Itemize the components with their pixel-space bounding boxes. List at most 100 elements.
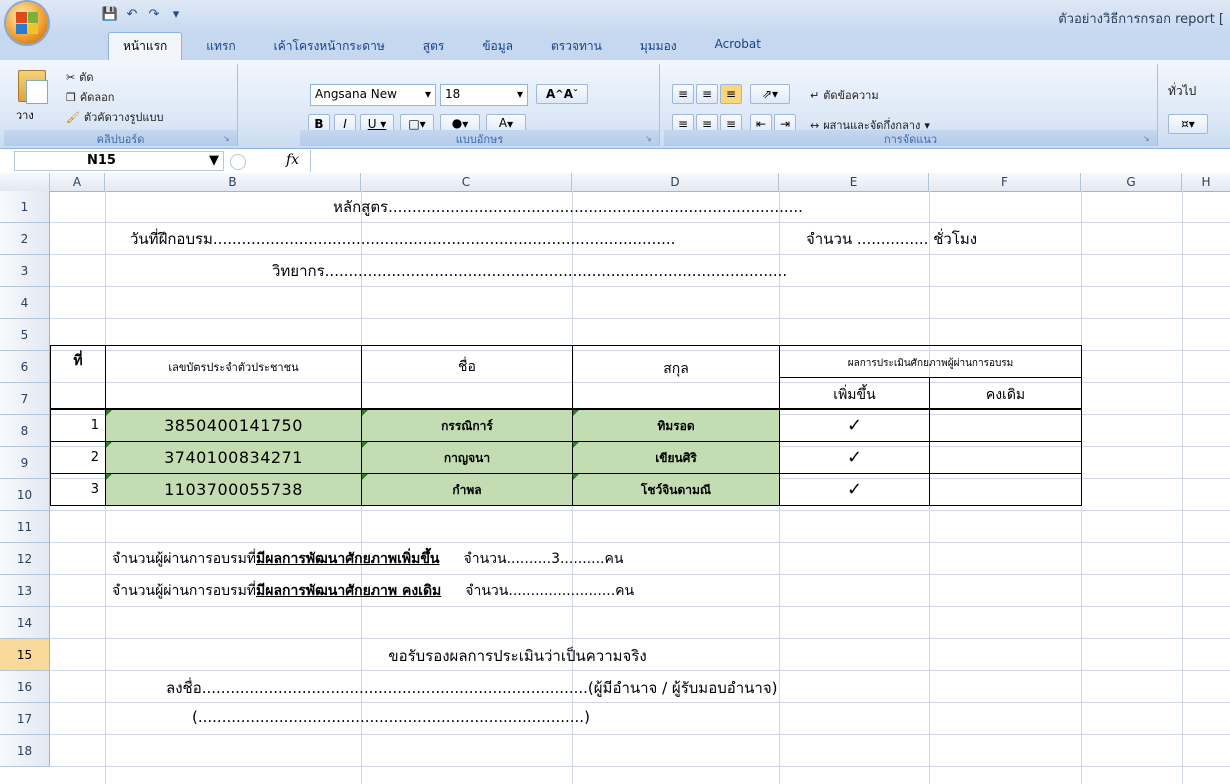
column-header-b[interactable]: B (105, 173, 361, 191)
cell-b14[interactable]: ขอรับรองผลการประเมินว่าเป็นความจริง (105, 644, 930, 668)
column-header-c[interactable]: C (361, 173, 572, 191)
row-header-9[interactable]: 9 (0, 447, 50, 479)
row-header-4[interactable]: 4 (0, 287, 50, 319)
cell-increase[interactable]: ✓ (779, 473, 930, 506)
cell-b3[interactable]: วิทยากร.................................… (272, 259, 872, 283)
cell-id-value: 3740100834271 (164, 448, 303, 467)
tab-view[interactable]: มุมมอง (626, 33, 691, 60)
cell-no[interactable]: 1 (50, 409, 106, 442)
cell-no[interactable]: 3 (50, 473, 106, 506)
tab-insert[interactable]: แทรก (192, 33, 249, 60)
tab-home[interactable]: หน้าแรก (108, 32, 183, 60)
cell-name[interactable]: กรรณิการ์ (361, 409, 573, 442)
cell-surname[interactable]: ทิมรอด (572, 409, 780, 442)
tab-acrobat[interactable]: Acrobat (701, 33, 775, 60)
column-header-f[interactable]: F (929, 173, 1081, 191)
orientation-button[interactable]: ⇗▾ (750, 84, 790, 104)
row-header-1[interactable]: 1 (0, 191, 50, 223)
font-name-select[interactable]: Angsana New ▾ (310, 84, 436, 106)
save-icon[interactable]: 💾 (102, 6, 118, 22)
gridline (50, 222, 1230, 223)
row-header-6[interactable]: 6 (0, 351, 50, 383)
row-header-14[interactable]: 14 (0, 607, 50, 639)
row-header-7[interactable]: 7 (0, 383, 50, 415)
grow-shrink-font-button[interactable]: A ^ Aˇ (536, 84, 588, 104)
ribbon-tabs: หน้าแรก แทรก เค้าโครงหน้ากระดาษ สูตร ข้อ… (0, 32, 1230, 60)
row-header-16[interactable]: 16 (0, 671, 50, 703)
cell-surname[interactable]: โชว์จินดามณี (572, 473, 780, 506)
quick-access-toolbar: 💾 ↶ ↷ ▾ (102, 6, 184, 22)
wrap-text-button[interactable]: ↵ ตัดข้อความ (810, 86, 879, 104)
cell-same[interactable] (929, 473, 1082, 506)
row-header-18[interactable]: 18 (0, 735, 50, 767)
cell-same[interactable] (929, 409, 1082, 442)
gridline (1182, 191, 1183, 784)
row-header-11[interactable]: 11 (0, 511, 50, 543)
formula-input[interactable] (310, 150, 1230, 172)
cell-id[interactable]: 3850400141750 (105, 409, 362, 442)
select-all-corner[interactable] (0, 173, 50, 191)
alignment-launcher-icon[interactable]: ↘ (1143, 134, 1153, 144)
office-button[interactable] (6, 2, 48, 44)
header-increase[interactable]: เพิ่มขึ้น (779, 377, 930, 409)
row-header-8[interactable]: 8 (0, 415, 50, 447)
cell-b1[interactable]: หลักสูตร................................… (105, 195, 825, 219)
column-header-h[interactable]: H (1182, 173, 1230, 191)
undo-icon[interactable]: ↶ (124, 6, 140, 22)
font-launcher-icon[interactable]: ↘ (645, 134, 655, 144)
tab-review[interactable]: ตรวจทาน (537, 33, 616, 60)
cell-increase[interactable]: ✓ (779, 441, 930, 474)
row-header-13[interactable]: 13 (0, 575, 50, 607)
align-top-button[interactable]: ≡ (672, 84, 694, 104)
cell-surname-value: ทิมรอด (657, 419, 695, 433)
number-format-select[interactable]: ทั่วไป (1168, 82, 1196, 101)
function-icon[interactable]: fx (286, 152, 299, 168)
header-same[interactable]: คงเดิม (929, 377, 1082, 409)
row-header-17[interactable]: 17 (0, 703, 50, 735)
cut-button[interactable]: ✂ ตัด (66, 68, 94, 86)
cell-increase[interactable]: ✓ (779, 409, 930, 442)
copy-button[interactable]: ❐ คัดลอก (66, 88, 114, 106)
row-header-2[interactable]: 2 (0, 223, 50, 255)
cell-b2[interactable]: วันที่ฝึกอบรม...........................… (130, 227, 790, 251)
row-header-15[interactable]: 15 (0, 639, 50, 671)
customize-icon[interactable]: ▾ (168, 6, 184, 22)
tab-data[interactable]: ข้อมูล (468, 33, 527, 60)
font-size-select[interactable]: 18 ▾ (440, 84, 528, 106)
redo-icon[interactable]: ↷ (146, 6, 162, 22)
cell-same[interactable] (929, 441, 1082, 474)
cell-no[interactable]: 2 (50, 441, 106, 474)
cell-b12[interactable]: จำนวนผู้ผ่านการอบรมที่มีผลการพัฒนาศักยภา… (112, 580, 932, 602)
format-painter-button[interactable]: 🖌 ตัวคัดวางรูปแบบ (66, 108, 163, 126)
cell-name[interactable]: กำพล (361, 473, 573, 506)
column-header-a[interactable]: A (50, 173, 105, 191)
header-no[interactable]: ที่ (50, 345, 106, 409)
header-name[interactable]: ชื่อ (361, 345, 573, 409)
paste-button[interactable]: วาง (12, 68, 52, 126)
cell-b11[interactable]: จำนวนผู้ผ่านการอบรมที่มีผลการพัฒนาศักยภา… (112, 548, 932, 570)
cell-name[interactable]: กาญจนา (361, 441, 573, 474)
column-header-e[interactable]: E (779, 173, 929, 191)
cell-e2[interactable]: จำนวน ............... ชั่วโมง (806, 227, 1066, 251)
cell-b15[interactable]: ลงชื่อ..................................… (166, 676, 926, 700)
cell-b16[interactable]: (.......................................… (192, 708, 652, 726)
cell-id[interactable]: 3740100834271 (105, 441, 362, 474)
tab-page-layout[interactable]: เค้าโครงหน้ากระดาษ (260, 33, 399, 60)
row-header-3[interactable]: 3 (0, 255, 50, 287)
align-bottom-button[interactable]: ≡ (720, 84, 742, 104)
column-header-g[interactable]: G (1081, 173, 1182, 191)
row-header-10[interactable]: 10 (0, 479, 50, 511)
row-header-5[interactable]: 5 (0, 319, 50, 351)
header-surname[interactable]: สกุล (572, 345, 780, 409)
clipboard-launcher-icon[interactable]: ↘ (223, 134, 233, 144)
currency-button[interactable]: ¤▾ (1168, 114, 1208, 134)
column-header-d[interactable]: D (572, 173, 779, 191)
cell-surname[interactable]: เขียนศิริ (572, 441, 780, 474)
header-id[interactable]: เลขบัตรประจำตัวประชาชน (105, 345, 362, 409)
name-box[interactable]: N15 ▼ (14, 151, 224, 171)
header-evaluation[interactable]: ผลการประเมินศักยภาพผู้ผ่านการอบรม (779, 345, 1082, 378)
tab-formulas[interactable]: สูตร (409, 33, 459, 60)
row-header-12[interactable]: 12 (0, 543, 50, 575)
align-middle-button[interactable]: ≡ (696, 84, 718, 104)
cell-id[interactable]: 1103700055738 (105, 473, 362, 506)
